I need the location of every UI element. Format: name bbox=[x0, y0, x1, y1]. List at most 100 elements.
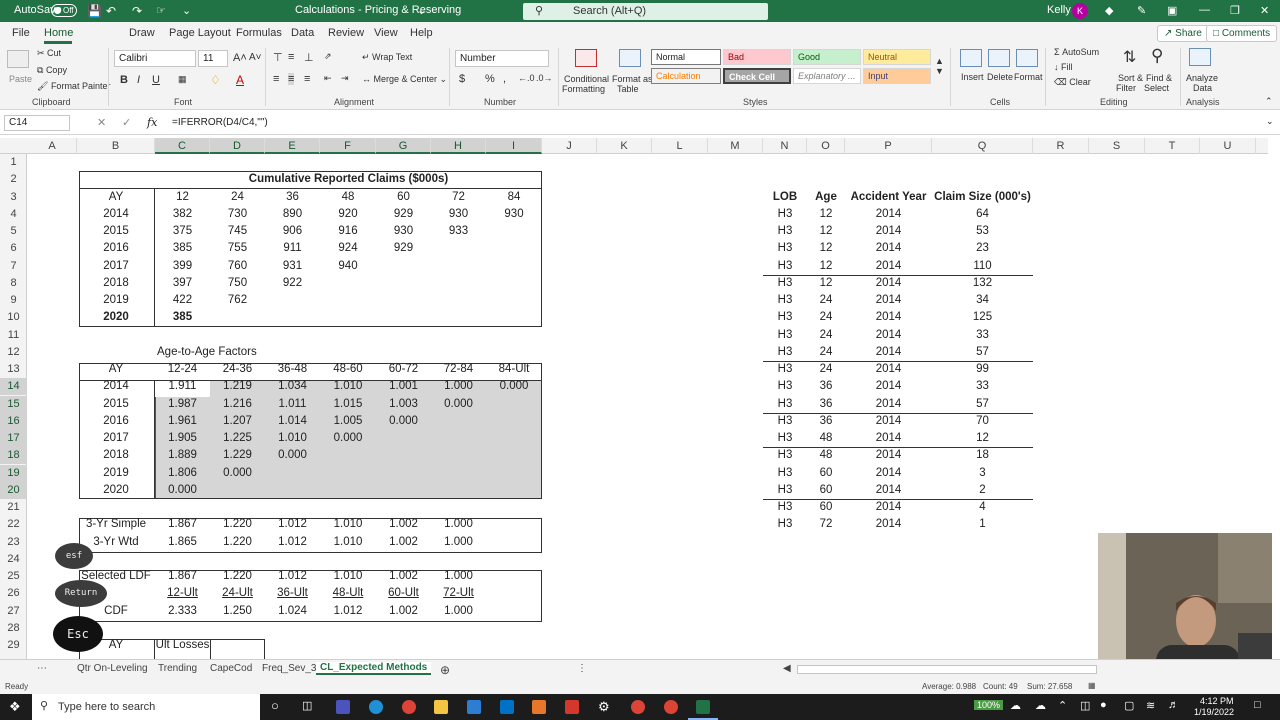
table-cell[interactable]: 60 bbox=[807, 465, 845, 482]
table-cell[interactable]: 2014 bbox=[845, 465, 932, 482]
table-cell[interactable]: H3 bbox=[763, 292, 807, 309]
table-cell[interactable]: 24 bbox=[807, 361, 845, 378]
table-cell[interactable]: H3 bbox=[763, 378, 807, 395]
undo-icon[interactable]: ↶ bbox=[106, 4, 116, 18]
format-as-table-button[interactable]: Format as bbox=[612, 74, 653, 84]
cancel-icon[interactable]: ✕ bbox=[97, 116, 106, 129]
column-header[interactable]: D bbox=[210, 138, 265, 154]
table-cell[interactable]: 1.207 bbox=[210, 413, 265, 430]
horizontal-scrollbar[interactable] bbox=[797, 665, 1097, 674]
table-cell[interactable]: 1.012 bbox=[265, 568, 320, 585]
weather-icon[interactable]: ☁ bbox=[1010, 699, 1021, 712]
style-normal[interactable]: Normal bbox=[651, 49, 721, 65]
network-tray-icon[interactable]: ☁ bbox=[1035, 699, 1046, 712]
table-cell[interactable]: 1.229 bbox=[210, 447, 265, 464]
table-cell[interactable]: 750 bbox=[210, 275, 265, 292]
table-cell[interactable]: 60 bbox=[807, 499, 845, 516]
row-header[interactable]: 17 bbox=[0, 430, 27, 447]
row-header[interactable]: 6 bbox=[0, 240, 27, 257]
table-cell[interactable]: 2016 bbox=[77, 413, 155, 430]
insert-cells-button[interactable]: Insert bbox=[961, 72, 984, 82]
table-cell[interactable]: 906 bbox=[265, 223, 320, 240]
column-label[interactable]: 72 bbox=[431, 189, 486, 206]
table-cell[interactable]: H3 bbox=[763, 344, 807, 361]
align-left-icon[interactable]: ≡ bbox=[273, 73, 279, 85]
file-explorer-icon[interactable] bbox=[434, 700, 448, 714]
table-cell[interactable]: 1.000 bbox=[431, 568, 486, 585]
column-header[interactable]: E bbox=[265, 138, 320, 154]
display-icon[interactable]: ◫ bbox=[1080, 699, 1090, 712]
table-cell[interactable]: 924 bbox=[320, 240, 376, 257]
sheet-tab-capecod[interactable]: CapeCod bbox=[210, 663, 252, 674]
column-header[interactable]: A bbox=[28, 138, 77, 154]
table-cell[interactable]: 1.010 bbox=[265, 430, 320, 447]
name-box[interactable]: C14 bbox=[4, 115, 70, 131]
row-header[interactable]: 26 bbox=[0, 585, 27, 602]
tab-page-layout[interactable]: Page Layout bbox=[169, 27, 231, 39]
sheet-tab-cl-expected-methods[interactable]: CL_Expected Methods bbox=[316, 662, 432, 675]
table-cell[interactable]: H3 bbox=[763, 413, 807, 430]
table-cell[interactable]: H3 bbox=[763, 396, 807, 413]
table-cell[interactable]: 1.002 bbox=[376, 568, 431, 585]
table-cell[interactable]: 2014 bbox=[845, 240, 932, 257]
customize-qat-icon[interactable]: ⌄ bbox=[182, 4, 191, 17]
table-cell[interactable]: 33 bbox=[932, 327, 1033, 344]
settings-icon[interactable]: ⚙ bbox=[598, 699, 610, 715]
style-good[interactable]: Good bbox=[793, 49, 861, 65]
table-cell[interactable]: H3 bbox=[763, 516, 807, 533]
formula-input[interactable]: =IFERROR(D4/C4,"") bbox=[172, 117, 268, 128]
row-header[interactable]: 3 bbox=[0, 189, 27, 206]
autosave-toggle[interactable]: Off bbox=[51, 4, 77, 17]
decrease-decimal-icon[interactable]: .0→ bbox=[536, 73, 553, 83]
table-cell[interactable]: 2017 bbox=[77, 430, 155, 447]
tab-draw[interactable]: Draw bbox=[129, 27, 155, 39]
column-label[interactable]: 24 bbox=[210, 189, 265, 206]
grow-font-icon[interactable]: A˄ bbox=[233, 52, 247, 64]
table-cell[interactable]: 48 bbox=[807, 447, 845, 464]
table-cell[interactable]: 24 bbox=[807, 292, 845, 309]
table-cell[interactable]: 375 bbox=[155, 223, 210, 240]
number-format-select[interactable]: Number bbox=[455, 50, 549, 67]
table-cell[interactable]: 24 bbox=[807, 327, 845, 344]
table-cell[interactable]: 1.002 bbox=[376, 603, 431, 620]
copy-button[interactable]: ⧉ Copy bbox=[37, 65, 67, 76]
styles-scroll-icon[interactable]: ▲ ▼ bbox=[935, 56, 944, 76]
table-cell[interactable]: 12 bbox=[932, 430, 1033, 447]
workbook-title[interactable]: Calculations - Pricing & Reserving bbox=[295, 4, 461, 16]
column-label[interactable]: AY bbox=[77, 361, 155, 378]
align-top-icon[interactable]: ⊤ bbox=[273, 51, 283, 64]
column-label[interactable]: 36-Ult bbox=[265, 585, 320, 602]
table-cell[interactable]: 1.889 bbox=[155, 447, 210, 464]
row-header[interactable]: 15 bbox=[0, 395, 27, 413]
delete-cells-button[interactable]: Delete bbox=[987, 72, 1013, 82]
table-cell[interactable]: 2019 bbox=[77, 465, 155, 482]
table-cell[interactable]: 2014 bbox=[845, 413, 932, 430]
column-header[interactable]: M bbox=[708, 138, 763, 154]
table-cell[interactable]: 64 bbox=[932, 206, 1033, 223]
tab-data[interactable]: Data bbox=[291, 27, 314, 39]
comma-icon[interactable]: , bbox=[503, 73, 506, 85]
table-cell[interactable]: 929 bbox=[376, 206, 431, 223]
table-cell[interactable]: 1.220 bbox=[210, 568, 265, 585]
column-label[interactable]: 84-Ult bbox=[486, 361, 542, 378]
table-cell[interactable]: 2014 bbox=[845, 482, 932, 499]
column-label[interactable]: 36 bbox=[265, 189, 320, 206]
table-cell[interactable]: 1.014 bbox=[265, 413, 320, 430]
table-cell[interactable]: 12 bbox=[807, 258, 845, 275]
touch-mode-icon[interactable]: ☞ bbox=[156, 4, 166, 17]
column-label[interactable]: 72-84 bbox=[431, 361, 486, 378]
table-cell[interactable]: 930 bbox=[376, 223, 431, 240]
sheet-tab-freq-sev-3[interactable]: Freq_Sev_3 bbox=[262, 663, 316, 674]
chrome-icon[interactable] bbox=[402, 700, 416, 714]
table-cell[interactable]: 1.867 bbox=[155, 568, 210, 585]
minimize-icon[interactable]: — bbox=[1199, 4, 1210, 16]
table-cell[interactable]: 1.001 bbox=[376, 378, 431, 395]
user-name[interactable]: Kelly bbox=[1047, 4, 1071, 16]
table-cell[interactable]: 2014 bbox=[845, 292, 932, 309]
table-cell[interactable]: 1.010 bbox=[320, 378, 376, 395]
bold-icon[interactable]: B bbox=[120, 74, 128, 86]
table-cell[interactable]: 2014 bbox=[845, 206, 932, 223]
table-cell[interactable]: 2017 bbox=[77, 258, 155, 275]
fill-button[interactable]: ↓ Fill bbox=[1054, 62, 1073, 72]
align-right-icon[interactable]: ≡ bbox=[304, 73, 310, 85]
